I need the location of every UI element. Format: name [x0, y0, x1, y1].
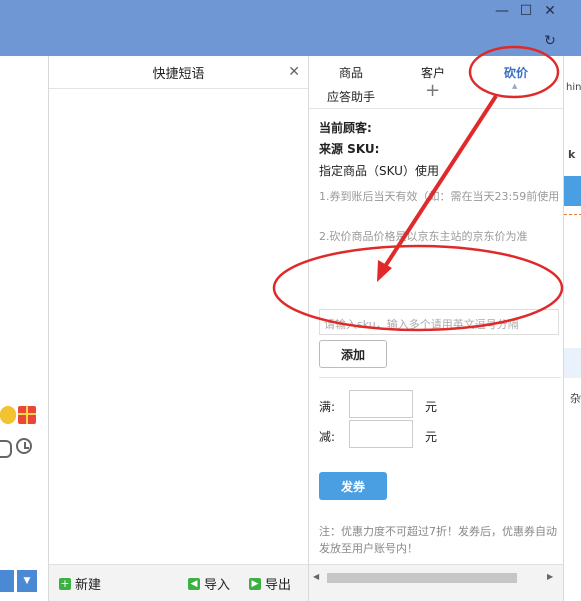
- maximize-button[interactable]: ☐: [517, 2, 535, 20]
- coupon-footnote: 注：优惠力度不可超过7折！发券后，优惠券自动发放至用户账号内！: [319, 525, 557, 555]
- tab-customer[interactable]: 客户: [421, 64, 445, 81]
- fragment-text-c: 杂: [570, 392, 581, 405]
- export-label: 导出: [265, 578, 292, 593]
- fragment-blue-block: [564, 176, 581, 206]
- import-button[interactable]: ◀ 导入: [188, 574, 230, 593]
- send-coupon-button[interactable]: 发券: [319, 472, 387, 500]
- smiley-icon[interactable]: [0, 406, 16, 424]
- full-amount-unit: 元: [425, 400, 438, 414]
- quick-phrases-title: 快捷短语: [152, 66, 205, 82]
- send-button-fragment[interactable]: [0, 570, 14, 592]
- gift-icon[interactable]: [18, 406, 36, 424]
- quick-phrases-panel: 快捷短语 ✕ + 新建 ◀ 导入 ▶ 导出: [49, 56, 309, 601]
- source-sku-label: 来源 SKU:: [319, 142, 380, 156]
- import-arrow-icon: ◀: [188, 577, 200, 590]
- fragment-text-b: k: [568, 148, 576, 161]
- tab-reply-assistant[interactable]: 应答助手: [327, 88, 375, 105]
- add-tab-icon[interactable]: +: [425, 82, 440, 100]
- new-label: 新建: [75, 578, 102, 593]
- note-price-basis: 2.砍价商品价格是以京东主站的京东价为准: [319, 230, 528, 243]
- full-amount-label: 满:: [319, 400, 336, 414]
- quick-phrases-header: 快捷短语 ✕: [49, 56, 308, 89]
- reduce-amount-unit: 元: [425, 430, 438, 444]
- add-sku-button[interactable]: 添加: [319, 340, 387, 368]
- scroll-left-icon[interactable]: ◀: [313, 572, 319, 581]
- chat-area-fragment: ▼: [0, 56, 49, 601]
- clock-icon[interactable]: [16, 438, 32, 454]
- tab-product[interactable]: 商品: [339, 64, 363, 81]
- minimize-button[interactable]: —: [493, 2, 511, 20]
- repeat-icon[interactable]: [0, 440, 12, 458]
- full-amount-input[interactable]: [349, 390, 413, 418]
- plus-icon: +: [59, 576, 71, 590]
- tools-panel: 商品 客户 砍价 ▲ 应答助手 + 当前顾客: 来源 SKU: 指定商品（SKU…: [309, 56, 563, 601]
- new-phrase-button[interactable]: + 新建: [59, 574, 101, 593]
- import-label: 导入: [204, 578, 231, 593]
- refresh-icon[interactable]: ↻: [541, 32, 559, 50]
- side-panel-fragment: hin k 杂: [563, 56, 581, 601]
- scrollbar-thumb[interactable]: [327, 573, 517, 583]
- fragment-divider: [564, 214, 581, 216]
- divider: [319, 377, 561, 378]
- export-button[interactable]: ▶ 导出: [249, 574, 291, 593]
- chevron-down-icon[interactable]: ▼: [17, 570, 37, 592]
- note-validity: 1.券到账后当天有效（如：需在当天23:59前使用: [319, 190, 560, 203]
- sku-input[interactable]: 请输入sku，输入多个请用英文逗号分隔: [319, 309, 559, 335]
- close-icon[interactable]: ✕: [288, 64, 300, 80]
- tab-active-indicator: ▲: [512, 82, 518, 90]
- scroll-right-icon[interactable]: ▶: [547, 572, 553, 581]
- quick-phrases-footer: + 新建 ◀ 导入 ▶ 导出: [49, 564, 308, 601]
- fragment-highlight: [564, 348, 581, 378]
- export-arrow-icon: ▶: [249, 577, 261, 590]
- close-button[interactable]: ✕: [541, 2, 559, 20]
- tab-bargain[interactable]: 砍价: [504, 64, 528, 81]
- reduce-amount-label: 减:: [319, 430, 336, 444]
- current-customer-label: 当前顾客:: [319, 121, 372, 135]
- horizontal-scrollbar[interactable]: ◀ ▶: [309, 564, 563, 601]
- fragment-text-a: hin: [566, 82, 581, 93]
- reduce-amount-input[interactable]: [349, 420, 413, 448]
- tab-bar: 商品 客户 砍价 ▲ 应答助手 +: [309, 56, 563, 109]
- designated-product-label: 指定商品（SKU）使用: [319, 164, 439, 178]
- title-bar: — ☐ ✕ ↻: [0, 0, 581, 56]
